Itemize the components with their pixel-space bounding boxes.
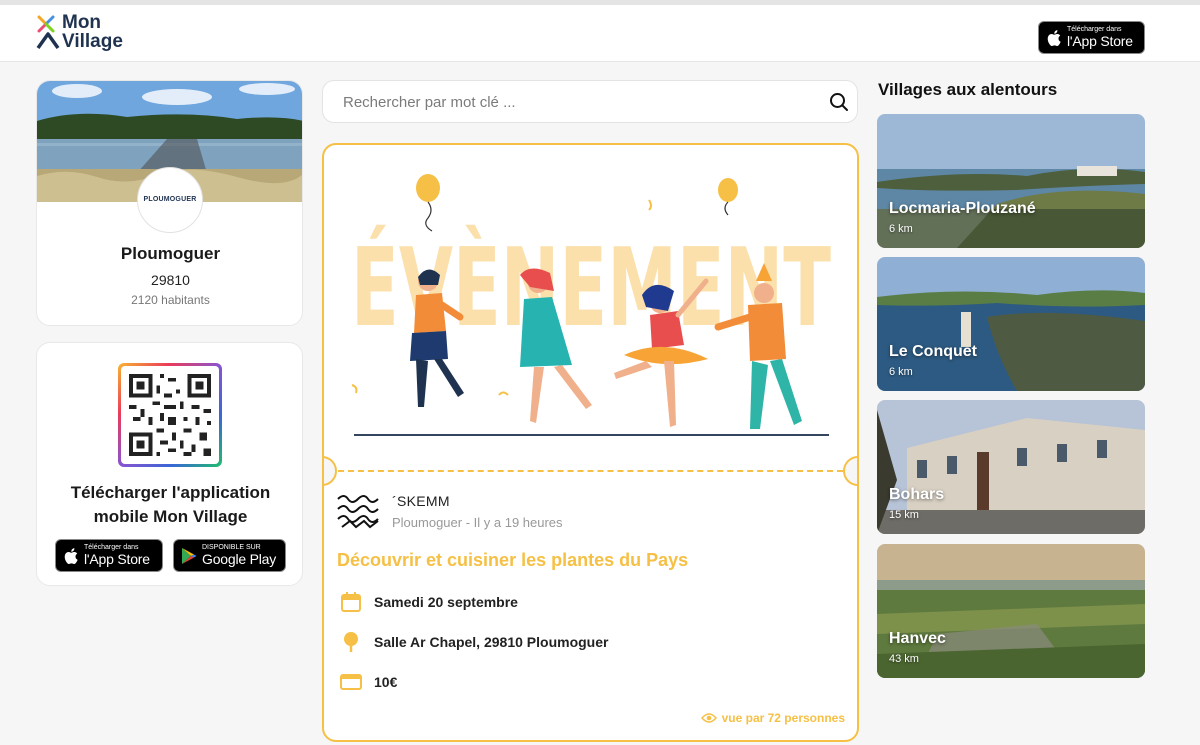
event-illustration: ÉVÈNEMENT <box>351 174 831 436</box>
nearby-village-card[interactable]: Locmaria-Plouzané 6 km <box>877 114 1145 248</box>
event-date: Samedi 20 septembre <box>374 594 518 610</box>
nearby-village-image <box>877 257 1145 391</box>
event-meta: Ploumoguer - Il y a 19 heures <box>392 515 563 530</box>
app-download-card: Télécharger l'application mobile Mon Vil… <box>36 342 303 586</box>
event-place: Salle Ar Chapel, 29810 Ploumoguer <box>374 634 609 650</box>
event-place-row: Salle Ar Chapel, 29810 Ploumoguer <box>340 630 608 654</box>
nearby-village-name: Locmaria-Plouzané <box>889 200 1036 217</box>
header-appstore-button[interactable]: Télécharger dans l'App Store <box>1038 21 1145 54</box>
nearby-village-distance: 43 km <box>889 653 919 665</box>
appstore-big-label: l'App Store <box>84 551 150 567</box>
village-card[interactable]: PLOUMOGUER Ploumoguer 29810 2120 habitan… <box>36 80 303 326</box>
mon-village-logo[interactable]: Mon Village <box>36 12 146 56</box>
organizer-name[interactable]: ´SKEMM <box>392 493 450 509</box>
village-badge-text: PLOUMOGUER <box>143 196 197 203</box>
village-badge: PLOUMOGUER <box>137 167 203 233</box>
apple-icon <box>1047 29 1061 46</box>
qr-code-frame <box>118 363 222 467</box>
appstore-big-label: l'App Store <box>1067 33 1133 49</box>
village-name: Ploumoguer <box>120 244 221 263</box>
event-title[interactable]: Découvrir et cuisiner les plantes du Pay… <box>337 550 688 571</box>
header: Mon Village Télécharger dans l'App Store <box>0 5 1200 62</box>
nearby-village-distance: 15 km <box>889 509 919 521</box>
village-population: 2120 habitants <box>131 293 210 307</box>
eye-icon <box>700 713 717 723</box>
village-zip: 29810 <box>151 272 190 288</box>
search-icon[interactable] <box>828 91 850 113</box>
location-pin-icon <box>344 632 358 652</box>
ticket-icon <box>340 674 362 690</box>
nearby-village-card[interactable]: Le Conquet 6 km <box>877 257 1145 391</box>
nearby-village-card[interactable]: Hanvec 43 km <box>877 544 1145 678</box>
event-price-row: 10€ <box>340 670 397 694</box>
appstore-button[interactable]: Télécharger dans l'App Store <box>55 539 163 572</box>
nearby-village-distance: 6 km <box>889 366 913 378</box>
search-bar[interactable] <box>322 80 858 123</box>
logo-line-1: Mon <box>62 12 102 33</box>
app-download-title: Télécharger l'application mobile Mon Vil… <box>47 481 294 529</box>
app-title-line-2: mobile Mon Village <box>93 507 248 526</box>
nearby-title: Villages aux alentours <box>878 80 1058 99</box>
event-date-row: Samedi 20 septembre <box>340 590 518 614</box>
nearby-village-name: Hanvec <box>889 630 946 647</box>
google-play-button[interactable]: DISPONIBLE SUR Google Play <box>173 539 286 572</box>
organizer-logo <box>337 495 379 529</box>
nearby-village-name: Le Conquet <box>889 343 977 360</box>
event-views: vue par 72 personnes <box>700 711 845 725</box>
event-card[interactable]: ÉVÈNEMENT <box>322 143 859 742</box>
event-price: 10€ <box>374 674 398 690</box>
qr-code-icon <box>128 373 212 457</box>
apple-icon <box>64 547 78 564</box>
ticket-perforation <box>338 470 843 472</box>
app-title-line-1: Télécharger l'application <box>70 483 271 502</box>
mon-village-logo-icon <box>36 15 60 50</box>
logo-line-2: Village <box>62 31 123 52</box>
nearby-village-distance: 6 km <box>889 223 913 235</box>
calendar-icon <box>341 592 361 612</box>
nearby-village-image <box>877 114 1145 248</box>
event-views-text: vue par 72 personnes <box>721 711 845 725</box>
google-play-big-label: Google Play <box>202 551 277 567</box>
google-play-icon <box>182 547 197 564</box>
nearby-village-card[interactable]: Bohars 15 km <box>877 400 1145 534</box>
search-input[interactable] <box>343 92 813 112</box>
nearby-village-name: Bohars <box>889 486 945 503</box>
